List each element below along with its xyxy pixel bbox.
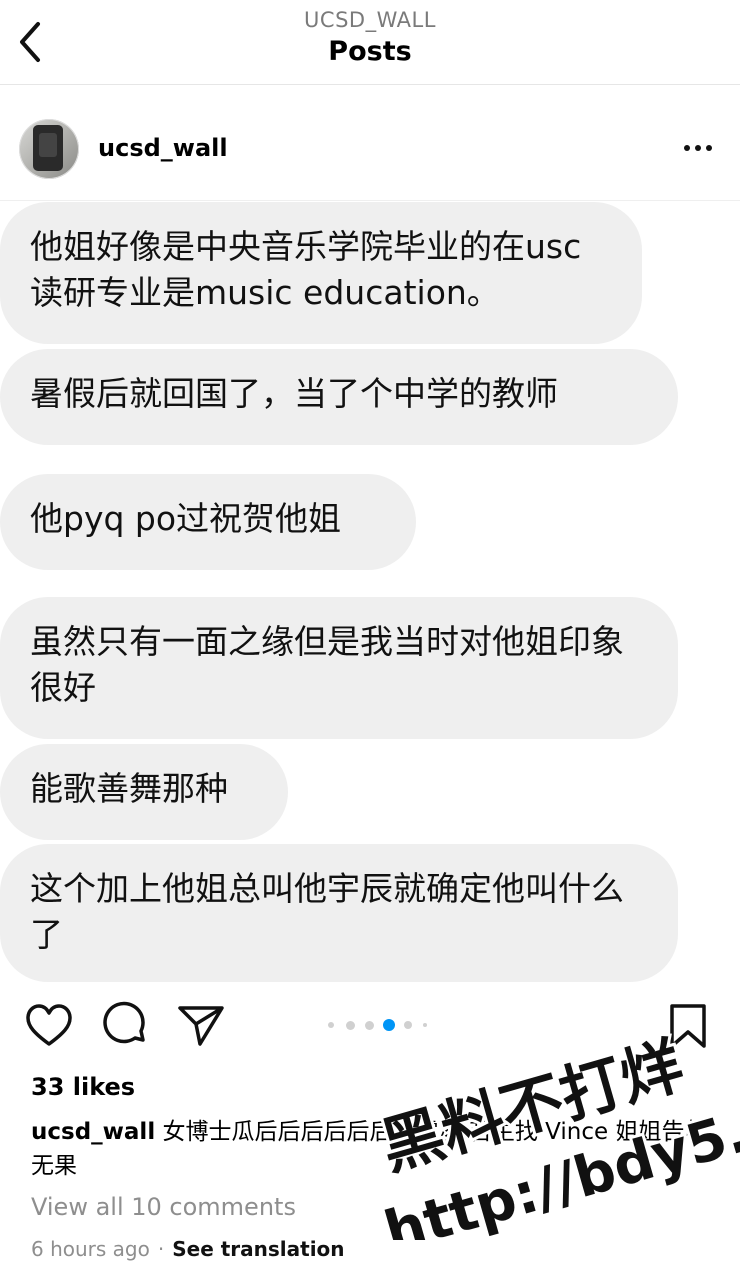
post-header: ucsd_wall — [0, 100, 740, 201]
message-bubble: 暑假后就回国了，当了个中学的教师 — [0, 349, 678, 445]
post-meta: 6 hours ago · See translation — [31, 1237, 345, 1261]
see-translation-link[interactable]: See translation — [172, 1237, 344, 1261]
caption-username[interactable]: ucsd_wall — [31, 1119, 155, 1145]
heart-icon[interactable] — [24, 1000, 74, 1054]
message-bubble: 能歌善舞那种 — [0, 744, 288, 840]
carousel-indicator — [326, 1018, 436, 1031]
likes-count[interactable]: 33 likes — [31, 1073, 135, 1101]
bookmark-icon[interactable] — [664, 1000, 714, 1054]
page-title: Posts — [328, 36, 412, 67]
post-username[interactable]: ucsd_wall — [98, 134, 228, 162]
message-bubble: 他姐好像是中央音乐学院毕业的在usc读研专业是music education。 — [0, 202, 642, 344]
post-caption: ucsd_wall 女博士瓜后后后后后后后霸凌 苦主找 Vince 姐姐告状无果 — [31, 1115, 721, 1183]
post-timestamp: 6 hours ago — [31, 1237, 150, 1261]
header-bar: UCSD_WALL Posts — [0, 0, 740, 85]
more-options-icon[interactable] — [680, 132, 716, 162]
avatar[interactable] — [19, 119, 79, 179]
message-bubble: 虽然只有一面之缘但是我当时对他姐印象很好 — [0, 597, 678, 739]
view-comments-link[interactable]: View all 10 comments — [31, 1193, 296, 1221]
header-account-name: UCSD_WALL — [304, 8, 436, 32]
action-bar — [0, 1000, 740, 1060]
message-bubble: 他pyq po过祝贺他姐 — [0, 474, 416, 570]
message-bubble: 这个加上他姐总叫他宇辰就确定他叫什么了 — [0, 844, 678, 982]
share-icon[interactable] — [176, 1000, 226, 1054]
comment-icon[interactable] — [100, 1000, 150, 1054]
